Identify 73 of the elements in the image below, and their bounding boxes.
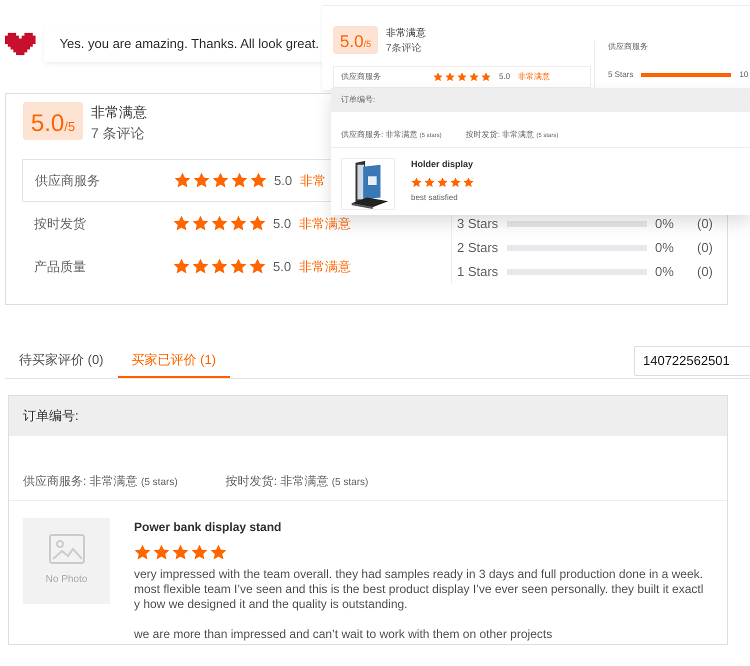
review-text: we are more than impressed and can’t wait to work with them on other projects bbox=[134, 626, 554, 642]
rating-label: 供应商服务 bbox=[341, 71, 382, 83]
star-icon bbox=[153, 544, 170, 560]
rating-verdict: 非常满意 bbox=[299, 258, 352, 276]
rating-summary: 按时发货: 非常满意 (5 stars) bbox=[226, 472, 368, 490]
distribution-title: 供应商服务 bbox=[608, 41, 649, 53]
overall-verdict: 非常满意 bbox=[91, 103, 147, 122]
rating-summary: 供应商服务: 非常满意 (5 stars) bbox=[23, 472, 178, 490]
item-title: Holder display bbox=[411, 158, 474, 171]
rating-score: 5.0 bbox=[274, 172, 292, 190]
rating-verdict: 非常 bbox=[300, 172, 326, 190]
star-level-label: 5 Stars bbox=[608, 69, 634, 81]
star-icon bbox=[230, 258, 247, 275]
order-number-label: 订单编号: bbox=[341, 95, 376, 104]
review-count: (0) bbox=[697, 263, 713, 282]
star-icon bbox=[450, 176, 461, 188]
star-icon bbox=[212, 172, 229, 189]
review-text: very impressed with the team overall. they had samples ready in 3 days and full production done in a week. most flexible team I’ve seen and this is the best product display I’ve ever seen personally. they built it exactl y how we designed it and the quality is outstanding. bbox=[134, 566, 704, 612]
overall-verdict: 非常满意 bbox=[386, 26, 426, 41]
star-icon bbox=[192, 258, 209, 275]
rating-verdict: 非常满意 bbox=[299, 214, 352, 233]
rating-verdict: 非常满意 bbox=[518, 71, 550, 83]
review-title: Power bank display stand bbox=[134, 518, 282, 536]
star-icon bbox=[173, 258, 190, 275]
percent-value: 10 bbox=[739, 69, 748, 81]
score-badge: 5.0/5 bbox=[23, 102, 83, 140]
star-icon bbox=[411, 176, 422, 188]
star-icon bbox=[211, 258, 228, 275]
star-icon bbox=[193, 172, 210, 189]
star-level-label: 3 Stars bbox=[457, 215, 500, 234]
rating-score: 5.0 bbox=[273, 214, 292, 233]
star-icon bbox=[210, 544, 227, 560]
star-icon bbox=[172, 544, 189, 560]
star-icon bbox=[230, 215, 247, 232]
review-count: 7条评论 bbox=[386, 42, 423, 56]
percent-value: 0% bbox=[655, 239, 675, 258]
star-icon bbox=[191, 544, 208, 560]
rating-score: 5.0 bbox=[499, 71, 510, 83]
star-icon bbox=[437, 176, 448, 188]
star-icon bbox=[445, 72, 455, 82]
percent-value: 0% bbox=[655, 263, 675, 282]
tab[interactable]: 待买家评价 (0) bbox=[5, 342, 118, 378]
rating-label: 供应商服务 bbox=[35, 172, 101, 190]
percent-value: 0% bbox=[655, 215, 675, 234]
star-icon bbox=[250, 172, 267, 189]
star-icon bbox=[424, 176, 435, 188]
placeholder-text: No Photo bbox=[46, 573, 88, 587]
star-icon bbox=[231, 172, 248, 189]
star-icon bbox=[433, 72, 443, 82]
star-icon bbox=[174, 172, 191, 189]
star-icon bbox=[173, 215, 190, 232]
score-badge: 5.0/5 bbox=[333, 26, 378, 54]
rating-label: 按时发货 bbox=[34, 214, 87, 233]
review-comment: best satisfied bbox=[411, 192, 459, 204]
search-field[interactable]: 140722562501 bbox=[634, 346, 750, 376]
star-icon bbox=[457, 72, 467, 82]
star-icon bbox=[192, 215, 209, 232]
rating-score: 5.0 bbox=[273, 258, 292, 276]
star-icon bbox=[249, 258, 266, 275]
image-icon bbox=[48, 534, 84, 564]
star-icon bbox=[469, 72, 479, 82]
review-count: (0) bbox=[697, 215, 713, 234]
star-icon bbox=[211, 215, 228, 232]
star-level-label: 2 Stars bbox=[457, 239, 500, 258]
star-icon bbox=[134, 544, 151, 560]
star-icon bbox=[249, 215, 266, 232]
review-count: (0) bbox=[697, 239, 713, 258]
star-icon bbox=[463, 176, 474, 188]
rating-label: 产品质量 bbox=[34, 258, 87, 276]
star-icon bbox=[481, 72, 491, 82]
order-number-label: 订单编号: bbox=[23, 408, 79, 423]
review-count: 7 条评论 bbox=[91, 124, 146, 143]
star-level-label: 1 Stars bbox=[457, 263, 500, 282]
